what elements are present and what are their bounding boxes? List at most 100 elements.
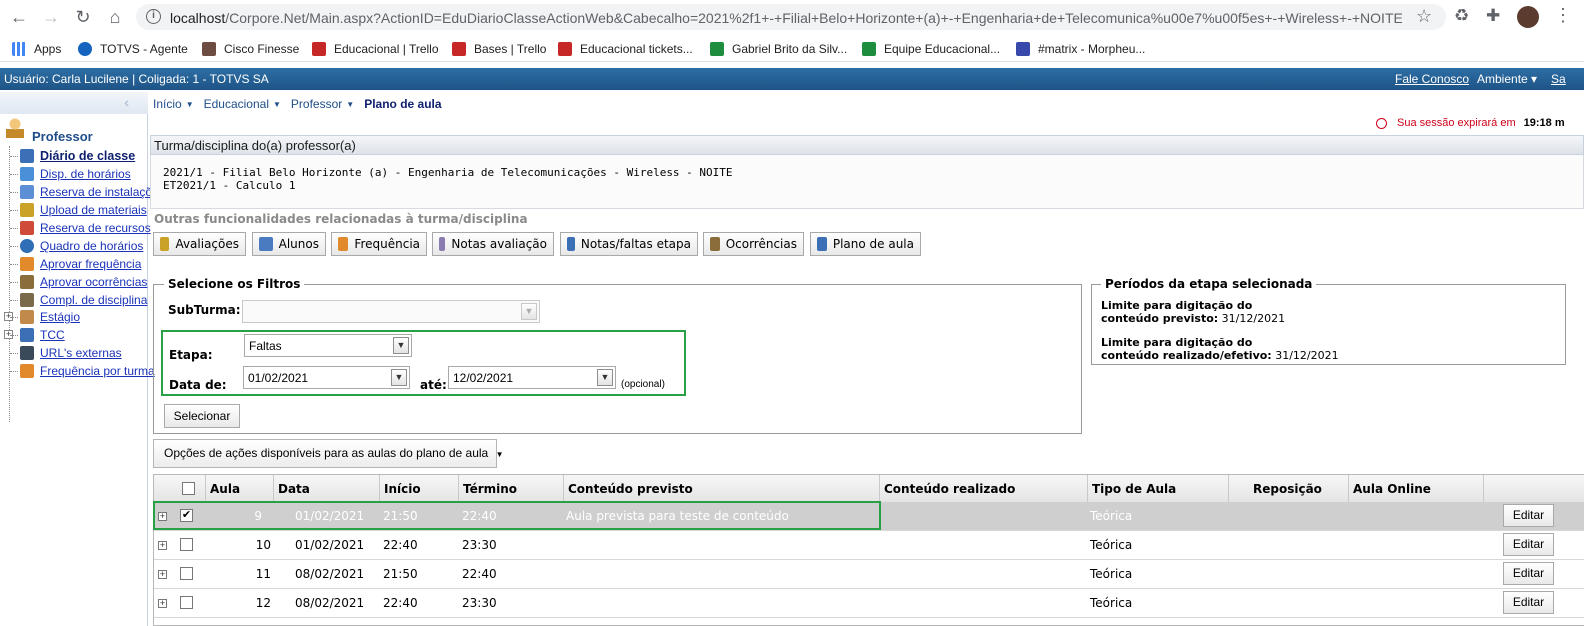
chevron-down-icon[interactable]: ▼: [391, 369, 407, 386]
sidebar-item-frequencia-turma[interactable]: Frequência por turma: [10, 362, 155, 380]
bookmark-totvs[interactable]: TOTVS - Agente: [78, 40, 188, 58]
breadcrumb-professor[interactable]: Professor: [291, 97, 342, 111]
home-icon[interactable]: ⌂: [104, 6, 126, 28]
sidebar-item-aprovar-ocorrencias[interactable]: Aprovar ocorrências: [10, 273, 147, 291]
breadcrumb-educacional[interactable]: Educacional: [204, 97, 269, 111]
menu-dots-icon[interactable]: ⋮: [1554, 5, 1572, 26]
sidebar-item-label[interactable]: Reserva de recursos: [40, 221, 151, 235]
sidebar-item-disp-horarios[interactable]: Disp. de horários: [10, 165, 131, 183]
sidebar-item-reserva-recursos[interactable]: Reserva de recursos: [10, 219, 151, 237]
plano-de-aula-button[interactable]: Plano de aula: [810, 232, 921, 256]
chevron-down-icon[interactable]: ▼: [521, 303, 537, 320]
sidebar-item-diario-de-classe[interactable]: Diário de classe: [10, 147, 135, 165]
bookmark-apps[interactable]: Apps: [12, 40, 61, 58]
bookmark-star-icon[interactable]: ☆: [1416, 6, 1432, 27]
row-checkbox[interactable]: [180, 538, 193, 551]
col-aula[interactable]: Aula: [210, 482, 240, 496]
fale-conosco-link[interactable]: Fale Conosco: [1395, 72, 1469, 86]
sidebar-item-tcc[interactable]: TCC: [10, 326, 65, 344]
col-reposicao[interactable]: Reposição: [1253, 482, 1322, 496]
sidebar-item-compl-disciplina[interactable]: Compl. de disciplina: [10, 291, 147, 309]
avaliacoes-button[interactable]: Avaliações: [153, 232, 246, 256]
sidebar-item-estagio[interactable]: Estágio: [10, 308, 80, 326]
edit-button[interactable]: Editar: [1503, 591, 1554, 614]
notas-avaliacao-button[interactable]: Notas avaliação: [432, 232, 554, 256]
sidebar-item-upload-materiais[interactable]: Upload de materiais: [10, 201, 147, 219]
ocorrencias-button[interactable]: Ocorrências: [703, 232, 804, 256]
edit-button[interactable]: Editar: [1503, 562, 1554, 585]
back-icon[interactable]: ←: [8, 6, 30, 28]
row-checkbox[interactable]: [180, 596, 193, 609]
person-icon: [20, 310, 34, 324]
select-all-checkbox[interactable]: [182, 482, 195, 495]
chevron-down-icon[interactable]: ▼: [597, 369, 613, 386]
attendance-icon: [338, 237, 349, 251]
col-tipo-aula[interactable]: Tipo de Aula: [1092, 482, 1176, 496]
bookmark-trello-educacional[interactable]: Educacional | Trello: [312, 40, 439, 58]
select-value: 01/02/2021: [248, 371, 309, 385]
table-row[interactable]: [154, 589, 1584, 618]
sidebar-item-quadro-horarios[interactable]: Quadro de horários: [10, 237, 143, 255]
expand-row-icon[interactable]: +: [158, 541, 167, 550]
etapa-select[interactable]: Faltas ▼: [244, 334, 412, 357]
sidebar-item-label[interactable]: Frequência por turma: [40, 364, 155, 378]
col-termino[interactable]: Término: [463, 482, 517, 496]
sidebar-item-aprovar-frequencia[interactable]: Aprovar frequência: [10, 255, 141, 273]
sidebar-item-label[interactable]: Disp. de horários: [40, 167, 131, 181]
bookmark-matrix[interactable]: #matrix - Morpheu...: [1016, 40, 1145, 58]
collapse-icon[interactable]: ‹‹: [124, 94, 131, 110]
reload-icon[interactable]: ↻: [72, 6, 94, 28]
col-aula-online[interactable]: Aula Online: [1353, 482, 1431, 496]
ate-select[interactable]: 12/02/2021 ▼: [448, 366, 616, 389]
selecionar-button[interactable]: Selecionar: [164, 404, 240, 428]
ambiente-menu[interactable]: Ambiente ▾: [1477, 72, 1537, 86]
sair-link[interactable]: Sa: [1551, 72, 1566, 86]
chevron-down-icon[interactable]: ▼: [393, 337, 409, 354]
chevron-down-icon[interactable]: ▼: [346, 100, 354, 109]
bookmark-tickets[interactable]: Educacional tickets...: [558, 40, 693, 58]
frequencia-button[interactable]: Frequência: [331, 232, 427, 256]
sidebar-item-label[interactable]: Aprovar ocorrências: [40, 275, 147, 289]
col-data[interactable]: Data: [278, 482, 310, 496]
sidebar-item-label[interactable]: URL's externas: [40, 346, 122, 360]
sidebar-item-label[interactable]: TCC: [40, 328, 65, 342]
forward-icon[interactable]: →: [40, 6, 62, 28]
sidebar-item-label[interactable]: Upload de materiais: [40, 203, 147, 217]
col-conteudo-realizado[interactable]: Conteúdo realizado: [884, 482, 1015, 496]
avatar[interactable]: [1517, 6, 1539, 28]
sidebar-item-label[interactable]: Reserva de instalaçõ: [40, 185, 152, 199]
sidebar-item-label[interactable]: Aprovar frequência: [40, 257, 141, 271]
bookmark-equipe[interactable]: Equipe Educacional...: [862, 40, 1000, 58]
row-checkbox[interactable]: [180, 567, 193, 580]
sidebar-item-reserva-instalacoes[interactable]: Reserva de instalaçõ: [10, 183, 152, 201]
table-row[interactable]: [154, 531, 1584, 560]
extension-icon[interactable]: ♻: [1454, 6, 1469, 26]
breadcrumb-inicio[interactable]: Início: [153, 97, 182, 111]
sidebar-item-urls-externas[interactable]: URL's externas: [10, 344, 122, 362]
sidebar-item-label[interactable]: Estágio: [40, 310, 80, 324]
bookmark-gabriel[interactable]: Gabriel Brito da Silv...: [710, 40, 847, 58]
subturma-select[interactable]: ▼: [242, 300, 540, 323]
data-de-select[interactable]: 01/02/2021 ▼: [243, 366, 410, 389]
col-conteudo-previsto[interactable]: Conteúdo previsto: [568, 482, 693, 496]
puzzle-icon[interactable]: ✚: [1486, 6, 1500, 26]
bookmark-cisco[interactable]: Cisco Finesse: [202, 40, 299, 58]
opcoes-acoes-dropdown[interactable]: Opções de ações disponíveis para as aula…: [153, 439, 504, 468]
alunos-button[interactable]: Alunos: [252, 232, 326, 256]
chevron-down-icon[interactable]: ▼: [273, 100, 281, 109]
sidebar-item-label[interactable]: Diário de classe: [40, 149, 135, 163]
col-inicio[interactable]: Início: [384, 482, 421, 496]
notas-faltas-etapa-button[interactable]: Notas/faltas etapa: [560, 232, 698, 256]
expand-row-icon[interactable]: +: [158, 599, 167, 608]
sidebar-item-label[interactable]: Compl. de disciplina: [40, 293, 147, 307]
periodo-label: Limite para digitação do: [1101, 299, 1253, 312]
edit-button[interactable]: Editar: [1503, 504, 1554, 527]
table-row[interactable]: [154, 560, 1584, 589]
sidebar-item-label[interactable]: Quadro de horários: [40, 239, 143, 253]
bookmark-trello-bases[interactable]: Bases | Trello: [452, 40, 546, 58]
expand-row-icon[interactable]: +: [158, 570, 167, 579]
chevron-down-icon[interactable]: ▼: [186, 100, 194, 109]
url-text[interactable]: localhost/Corpore.Net/Main.aspx?ActionID…: [170, 10, 1402, 26]
info-icon[interactable]: i: [146, 9, 161, 24]
edit-button[interactable]: Editar: [1503, 533, 1554, 556]
